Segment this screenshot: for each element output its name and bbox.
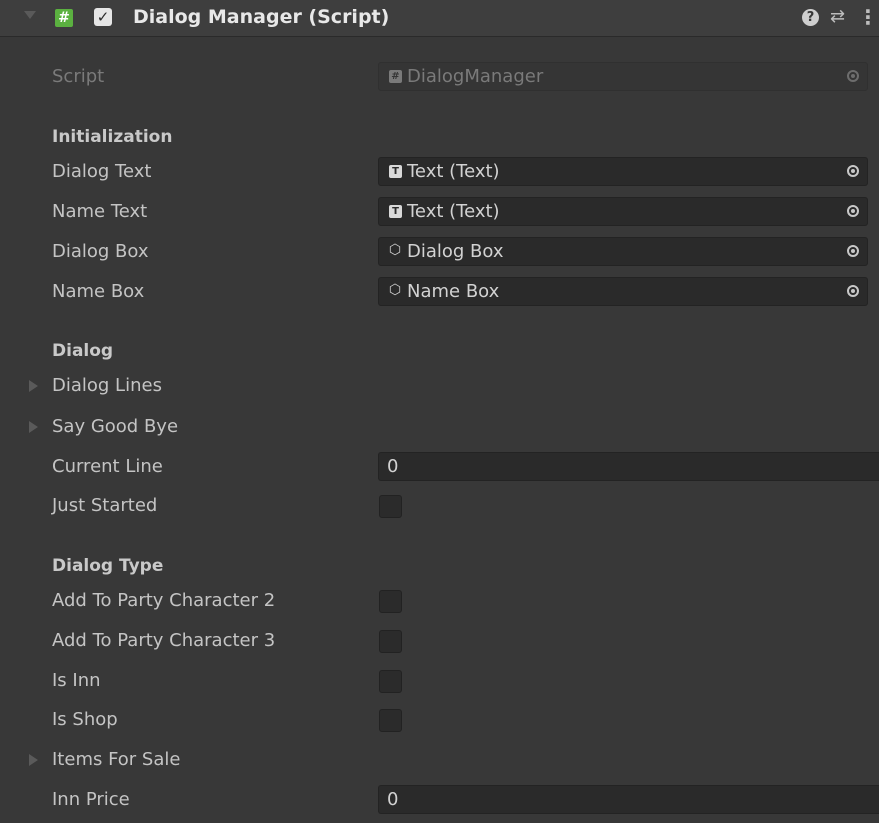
foldout-say-good-bye[interactable]: Say Good Bye bbox=[0, 407, 879, 447]
field-label: Current Line bbox=[52, 456, 163, 477]
object-picker-icon[interactable] bbox=[847, 245, 859, 257]
field-label: Add To Party Character 3 bbox=[52, 630, 276, 651]
field-row-dialog-box: Dialog Box ⬡ Dialog Box bbox=[0, 232, 879, 272]
script-value: DialogManager bbox=[407, 66, 544, 87]
field-row-name-text: Name Text T Text (Text) bbox=[0, 192, 879, 232]
field-label: Inn Price bbox=[52, 789, 130, 810]
component-enabled-checkbox[interactable]: ✓ bbox=[94, 8, 112, 26]
field-label: Is Inn bbox=[52, 670, 101, 691]
inspector-panel: # ✓ Dialog Manager (Script) ? ⇄ ⋮ Script… bbox=[0, 0, 879, 823]
field-value: 0 bbox=[387, 789, 399, 810]
section-header-initialization: Initialization bbox=[52, 127, 173, 147]
field-label: Name Box bbox=[52, 281, 145, 302]
foldout-items-for-sale[interactable]: Items For Sale bbox=[0, 740, 879, 780]
name-text-object-field[interactable]: T Text (Text) bbox=[378, 197, 868, 226]
inn-price-input[interactable]: 0 bbox=[378, 785, 879, 814]
text-icon: T bbox=[389, 165, 402, 178]
field-row-add-party-2: Add To Party Character 2 bbox=[0, 581, 879, 621]
component-header[interactable]: # ✓ Dialog Manager (Script) ? ⇄ ⋮ bbox=[0, 0, 879, 37]
field-label: Name Text bbox=[52, 201, 148, 222]
script-label: Script bbox=[52, 66, 105, 87]
foldout-arrow-icon[interactable] bbox=[29, 754, 38, 766]
context-menu-icon[interactable]: ⋮ bbox=[858, 6, 878, 28]
field-value: Dialog Box bbox=[407, 241, 504, 262]
field-value: 0 bbox=[387, 456, 399, 477]
script-row: Script # DialogManager bbox=[0, 57, 879, 97]
field-row-is-inn: Is Inn bbox=[0, 661, 879, 701]
script-icon: # bbox=[55, 9, 73, 27]
object-picker-icon[interactable] bbox=[847, 205, 859, 217]
field-row-name-box: Name Box ⬡ Name Box bbox=[0, 272, 879, 312]
text-icon: T bbox=[389, 205, 402, 218]
field-value: Text (Text) bbox=[407, 201, 500, 222]
gameobject-icon: ⬡ bbox=[388, 242, 402, 258]
gameobject-icon: ⬡ bbox=[388, 282, 402, 298]
field-row-is-shop: Is Shop bbox=[0, 700, 879, 740]
add-party-3-checkbox[interactable] bbox=[379, 630, 402, 653]
dialog-box-object-field[interactable]: ⬡ Dialog Box bbox=[378, 237, 868, 266]
is-inn-checkbox[interactable] bbox=[379, 670, 402, 693]
field-label: Dialog Box bbox=[52, 241, 149, 262]
field-value: Name Box bbox=[407, 281, 500, 302]
field-row-inn-price: Inn Price 0 bbox=[0, 780, 879, 820]
foldout-arrow-icon[interactable] bbox=[24, 11, 36, 19]
add-party-2-checkbox[interactable] bbox=[379, 590, 402, 613]
just-started-checkbox[interactable] bbox=[379, 495, 402, 518]
foldout-label[interactable]: Say Good Bye bbox=[52, 416, 178, 437]
foldout-label[interactable]: Items For Sale bbox=[52, 749, 180, 770]
is-shop-checkbox[interactable] bbox=[379, 709, 402, 732]
field-row-dialog-text: Dialog Text T Text (Text) bbox=[0, 152, 879, 192]
presets-icon[interactable]: ⇄ bbox=[830, 6, 845, 28]
foldout-arrow-icon[interactable] bbox=[29, 380, 38, 392]
script-file-icon: # bbox=[389, 70, 402, 83]
help-icon[interactable]: ? bbox=[802, 9, 819, 26]
field-label: Just Started bbox=[52, 495, 158, 516]
dialog-text-object-field[interactable]: T Text (Text) bbox=[378, 157, 868, 186]
section-header-dialog: Dialog bbox=[52, 341, 114, 361]
component-title: Dialog Manager (Script) bbox=[133, 6, 390, 28]
object-picker-icon[interactable] bbox=[847, 165, 859, 177]
field-row-just-started: Just Started bbox=[0, 486, 879, 526]
section-header-dialog-type: Dialog Type bbox=[52, 556, 164, 576]
field-label: Is Shop bbox=[52, 709, 118, 730]
field-row-current-line: Current Line 0 bbox=[0, 447, 879, 487]
foldout-dialog-lines[interactable]: Dialog Lines bbox=[0, 366, 879, 406]
name-box-object-field[interactable]: ⬡ Name Box bbox=[378, 277, 868, 306]
object-picker-icon[interactable] bbox=[847, 285, 859, 297]
current-line-input[interactable]: 0 bbox=[378, 452, 879, 481]
script-object-field: # DialogManager bbox=[378, 62, 868, 91]
foldout-arrow-icon[interactable] bbox=[29, 421, 38, 433]
field-value: Text (Text) bbox=[407, 161, 500, 182]
object-picker-icon bbox=[847, 70, 859, 82]
field-label: Add To Party Character 2 bbox=[52, 590, 276, 611]
field-label: Dialog Text bbox=[52, 161, 152, 182]
field-row-add-party-3: Add To Party Character 3 bbox=[0, 621, 879, 661]
foldout-label[interactable]: Dialog Lines bbox=[52, 375, 162, 396]
